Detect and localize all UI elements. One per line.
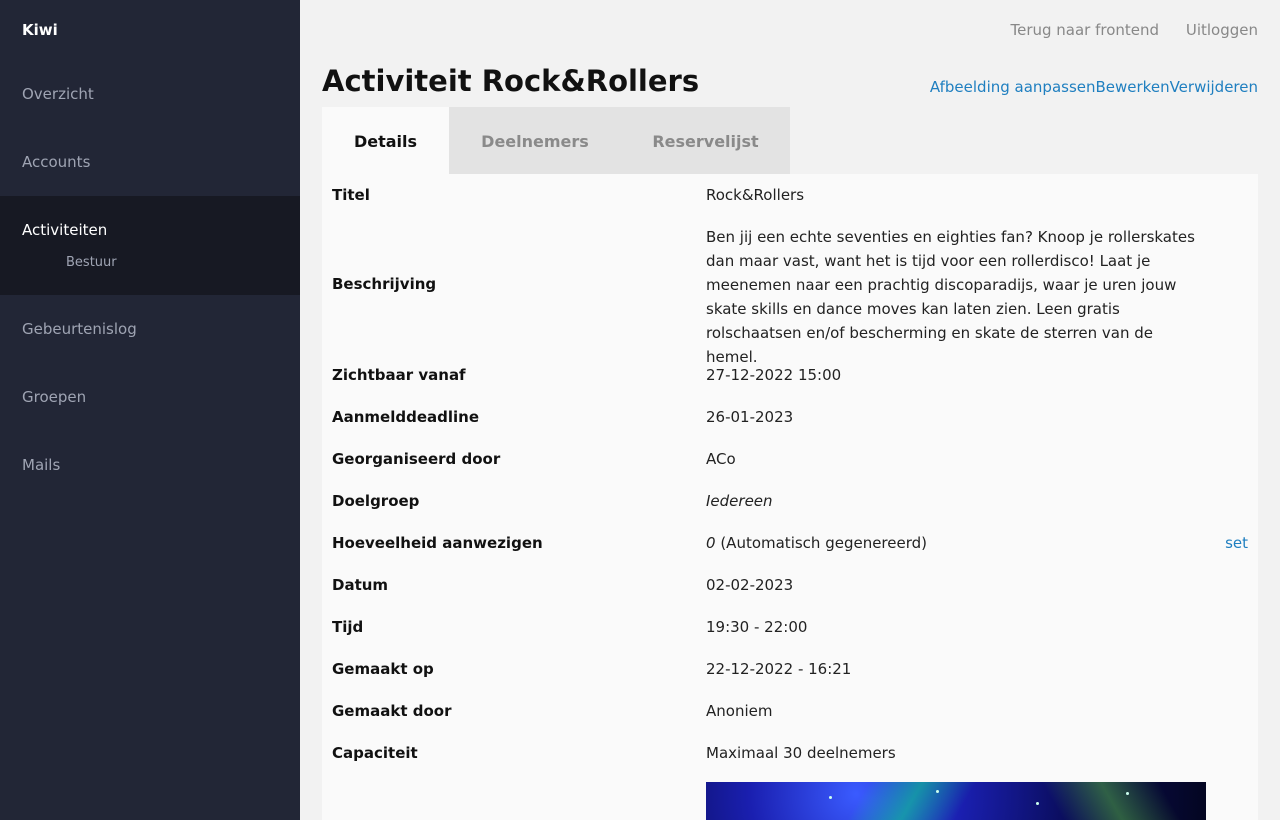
attendance-note: (Automatisch gegenereerd)	[720, 534, 928, 552]
sidebar-item-gebeurtenislog[interactable]: Gebeurtenislog	[0, 295, 300, 363]
page-title: Activiteit Rock&Rollers	[322, 64, 700, 98]
sidebar-item-mails[interactable]: Mails	[0, 431, 300, 499]
sidebar: Kiwi Overzicht Accounts Activiteiten Bes…	[0, 0, 300, 820]
edit-image-link[interactable]: Afbeelding aanpassen	[930, 78, 1096, 96]
light-dot	[829, 796, 832, 799]
sidebar-item-groepen[interactable]: Groepen	[0, 363, 300, 431]
page-actions: Afbeelding aanpassenBewerkenVerwijderen	[930, 78, 1258, 96]
row-value: Iedereen	[706, 492, 773, 510]
sidebar-item-overzicht[interactable]: Overzicht	[0, 60, 300, 128]
row-label: Capaciteit	[332, 744, 418, 762]
light-beam	[1006, 782, 1206, 820]
attendance-count: 0	[706, 534, 716, 552]
row-value: Rock&Rollers	[706, 186, 805, 204]
activity-image	[706, 782, 1206, 820]
row-label: Gemaakt door	[332, 702, 452, 720]
sidebar-nav: Overzicht Accounts Activiteiten Bestuur …	[0, 60, 300, 499]
light-dot	[1126, 792, 1129, 795]
sidebar-item-activiteiten[interactable]: Activiteiten Bestuur	[0, 196, 300, 295]
edit-link[interactable]: Bewerken	[1096, 78, 1170, 96]
row-value: 0 (Automatisch gegenereerd)	[706, 534, 927, 552]
row-value: Maximaal 30 deelnemers	[706, 744, 896, 762]
row-label: Doelgroep	[332, 492, 420, 510]
light-beam	[826, 782, 1006, 820]
row-value: Anoniem	[706, 702, 773, 720]
row-value: ACo	[706, 450, 736, 468]
row-label: Titel	[332, 186, 370, 204]
light-dot	[1036, 802, 1039, 805]
details-table: Titel Rock&Rollers Beschrijving Ben jij …	[322, 174, 1258, 820]
row-value: 26-01-2023	[706, 408, 794, 426]
row-value: 19:30 - 22:00	[706, 618, 808, 636]
light-dot	[936, 790, 939, 793]
top-bar: Terug naar frontend Uitloggen	[988, 21, 1258, 39]
set-attendance-link[interactable]: set	[1225, 534, 1248, 552]
row-label: Zichtbaar vanaf	[332, 366, 466, 384]
sidebar-item-label[interactable]: Activiteiten	[22, 221, 107, 239]
row-label: Beschrijving	[332, 275, 437, 293]
sidebar-subitem-bestuur[interactable]: Bestuur	[22, 255, 300, 270]
row-value: 27-12-2022 15:00	[706, 366, 842, 384]
tab-reservelijst[interactable]: Reservelijst	[621, 107, 790, 174]
tab-bar: Details Deelnemers Reservelijst	[322, 107, 790, 174]
row-value: 02-02-2023	[706, 576, 794, 594]
row-label: Datum	[332, 576, 389, 594]
row-label: Hoeveelheid aanwezigen	[332, 534, 543, 552]
row-value: 22-12-2022 - 16:21	[706, 660, 852, 678]
tab-deelnemers[interactable]: Deelnemers	[449, 107, 621, 174]
brand-logo[interactable]: Kiwi	[22, 21, 58, 39]
row-label: Aanmelddeadline	[332, 408, 479, 426]
logout-link[interactable]: Uitloggen	[1186, 21, 1258, 39]
row-label: Tijd	[332, 618, 364, 636]
sidebar-item-accounts[interactable]: Accounts	[0, 128, 300, 196]
back-to-frontend-link[interactable]: Terug naar frontend	[1010, 21, 1159, 39]
delete-link[interactable]: Verwijderen	[1170, 78, 1258, 96]
row-label: Georganiseerd door	[332, 450, 501, 468]
tab-details[interactable]: Details	[322, 107, 449, 174]
row-label: Gemaakt op	[332, 660, 434, 678]
description-text: Ben jij een echte seventies en eighties …	[706, 228, 1195, 366]
